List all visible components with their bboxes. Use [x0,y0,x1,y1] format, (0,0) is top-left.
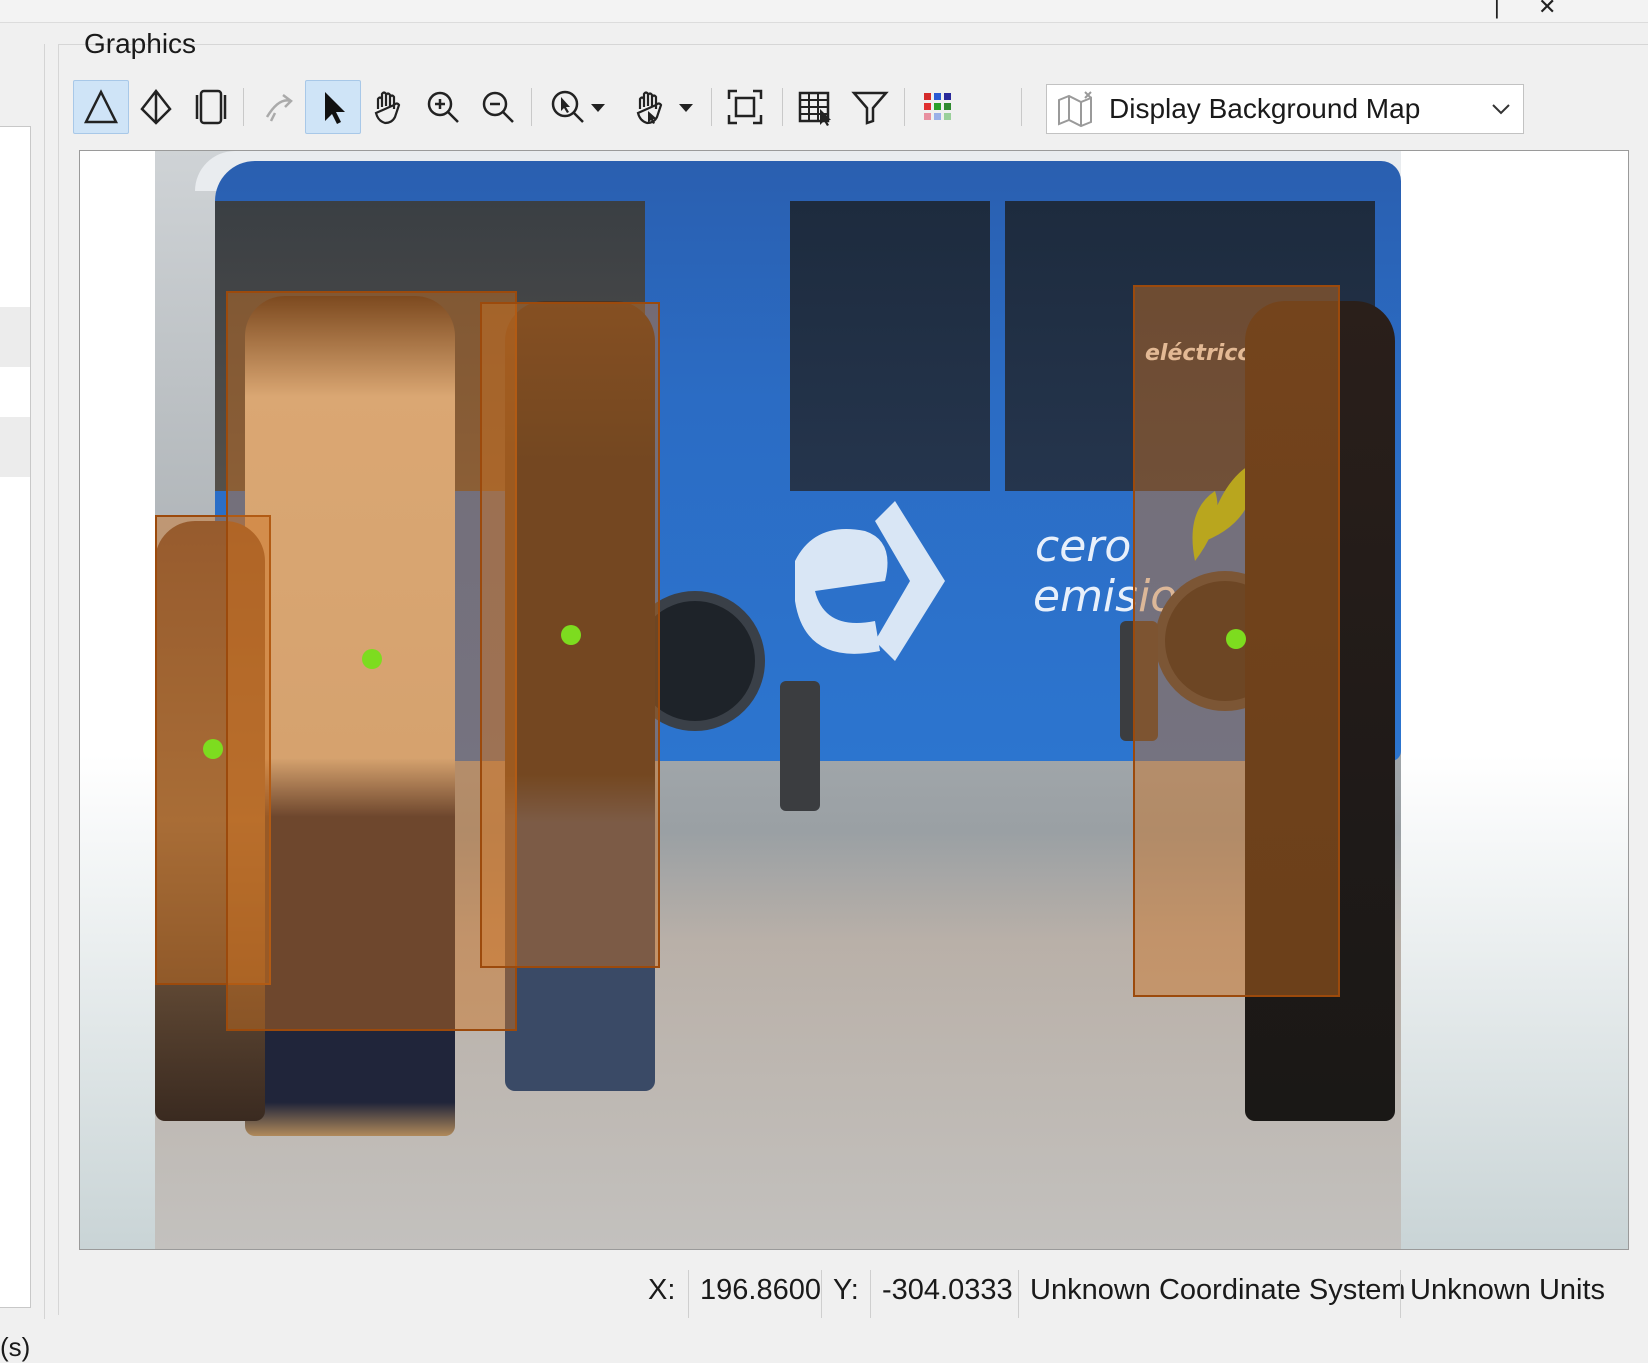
zoom-in-icon[interactable] [415,80,471,134]
keypoint-marker[interactable] [362,649,382,669]
select-arrow-icon[interactable] [305,80,361,134]
units-label: Unknown Units [1410,1274,1606,1306]
window-titlebar: ‾ | ✕ [0,0,1648,23]
attribute-table-icon[interactable] [788,80,844,134]
cylinder-tool-icon[interactable] [183,80,239,134]
toolbar-divider [904,88,905,126]
color-grid-icon[interactable] [910,80,966,134]
chevron-down-icon [1492,104,1510,115]
left-list[interactable] [0,126,31,1308]
list-item[interactable] [0,307,30,367]
minimize-icon[interactable]: ‾ [1432,0,1439,20]
status-divider [688,1270,689,1318]
zoom-out-icon[interactable] [470,80,526,134]
list-item[interactable] [0,417,30,477]
keypoint-marker[interactable] [203,739,223,759]
zoom-dropdown-icon[interactable] [584,80,612,134]
pane-title: Graphics [84,28,197,59]
pan-hand-icon[interactable] [360,80,416,134]
toolbar-divider [243,88,244,126]
x-coordinate-value: 196.8600 [700,1274,821,1306]
lasso-select-icon[interactable] [251,80,307,134]
toolbar-divider [1021,88,1022,126]
emt-logo-icon [795,501,945,661]
filter-icon[interactable] [842,80,898,134]
keypoint-marker[interactable] [1226,629,1246,649]
background-map-dropdown[interactable]: Display Background Map [1046,84,1524,134]
triangle-tool-icon[interactable] [73,80,129,134]
pan-dropdown-icon[interactable] [672,80,700,134]
status-divider [821,1270,822,1318]
toolbar-divider [782,88,783,126]
background-map-label: Display Background Map [1109,93,1421,124]
graphics-canvas[interactable]: cero emisiones eléctricoEMT [79,150,1629,1250]
pan-mode-icon[interactable] [622,80,678,134]
x-coordinate-label: X: [648,1274,676,1306]
left-dock-panel: . (s) [0,44,45,1362]
bollard [780,681,820,811]
y-coordinate-label: Y: [833,1274,859,1306]
zoom-extent-icon[interactable] [717,80,773,134]
bus-window [790,201,990,491]
keypoint-marker[interactable] [561,625,581,645]
maximize-icon[interactable]: | [1494,0,1500,20]
y-coordinate-value: -304.0333 [882,1274,1013,1306]
scene-image: cero emisiones eléctricoEMT [155,151,1401,1249]
background-map-icon [1058,91,1092,128]
coordinate-system: Unknown Coordinate System [1030,1274,1406,1306]
prism-tool-icon[interactable] [128,80,184,134]
status-divider [870,1270,871,1318]
status-bar: X: 196.8600 Y: -304.0333 Unknown Coordin… [58,1266,1648,1319]
toolbar-divider [531,88,532,126]
truncated-label: (s) [0,1332,31,1362]
status-divider [1400,1270,1401,1318]
toolbar-divider [711,88,712,126]
bus-slogan-line1: cero [1035,521,1132,572]
close-icon[interactable]: ✕ [1538,0,1556,20]
status-divider [1018,1270,1019,1318]
